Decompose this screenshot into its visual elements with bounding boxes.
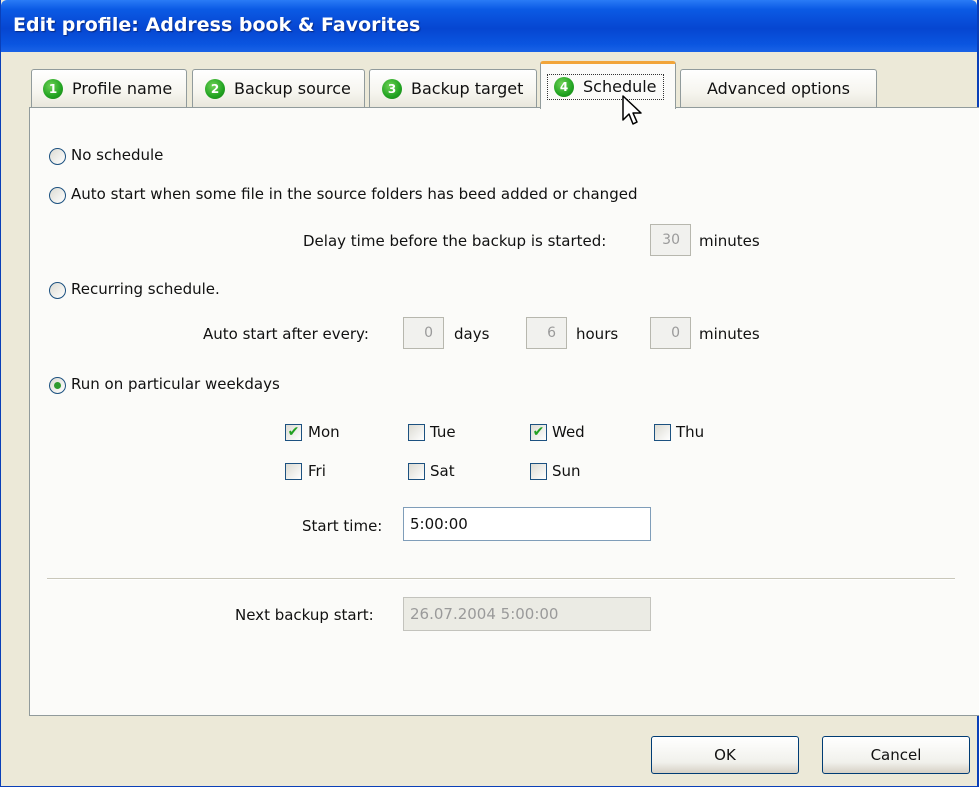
start-time-input[interactable]: 5:00:00 <box>403 507 651 541</box>
mouse-cursor-icon <box>622 95 642 125</box>
tab-label: Advanced options <box>706 79 851 98</box>
weekdays-label[interactable]: Run on particular weekdays <box>71 375 280 393</box>
hours-label: hours <box>576 325 619 343</box>
thu-checkbox[interactable] <box>654 424 671 441</box>
mon-label[interactable]: Mon <box>308 423 340 441</box>
auto-start-label[interactable]: Auto start when some file in the source … <box>71 185 637 203</box>
tab-label: Profile name <box>72 79 173 98</box>
delay-minutes-input[interactable]: 30 <box>650 224 691 256</box>
days-input[interactable]: 0 <box>403 317 444 349</box>
tab-advanced-options[interactable]: Advanced options <box>680 69 877 107</box>
tab-label: Backup source <box>234 79 351 98</box>
tue-checkbox[interactable] <box>408 424 425 441</box>
window-title: Edit profile: Address book & Favorites <box>13 14 421 36</box>
title-bar[interactable]: Edit profile: Address book & Favorites <box>1 0 977 52</box>
next-backup-field: 26.07.2004 5:00:00 <box>403 597 651 631</box>
start-time-label: Start time: <box>302 517 383 535</box>
thu-label[interactable]: Thu <box>676 423 704 441</box>
next-backup-label: Next backup start: <box>235 606 374 624</box>
ok-button[interactable]: OK <box>651 736 799 774</box>
weekdays-radio[interactable] <box>49 377 66 394</box>
fri-checkbox[interactable] <box>285 463 302 480</box>
delay-label: Delay time before the backup is started: <box>303 232 607 250</box>
schedule-panel: No schedule Auto start when some file in… <box>29 107 979 716</box>
delay-unit-label: minutes <box>699 232 760 250</box>
tab-profile-name[interactable]: 1 Profile name <box>31 69 187 107</box>
tab-focus-outline: 4 Schedule <box>547 73 664 100</box>
no-schedule-radio[interactable] <box>49 148 66 165</box>
step-2-icon: 2 <box>205 78 225 99</box>
cancel-button[interactable]: Cancel <box>822 736 970 774</box>
sat-checkbox[interactable] <box>408 463 425 480</box>
step-4-icon: 4 <box>554 76 574 97</box>
tue-label[interactable]: Tue <box>430 423 456 441</box>
tab-label: Backup target <box>411 79 524 98</box>
sat-label[interactable]: Sat <box>430 462 455 480</box>
tab-label: Schedule <box>583 77 657 96</box>
sun-label[interactable]: Sun <box>552 462 581 480</box>
minutes-label: minutes <box>699 325 760 343</box>
wed-checkbox[interactable]: ✔ <box>530 424 547 441</box>
tab-schedule[interactable]: 4 Schedule <box>540 61 676 109</box>
hours-input[interactable]: 6 <box>526 317 567 349</box>
step-1-icon: 1 <box>43 78 63 99</box>
fri-label[interactable]: Fri <box>308 462 326 480</box>
recurring-schedule-label[interactable]: Recurring schedule. <box>71 280 220 298</box>
tab-backup-source[interactable]: 2 Backup source <box>192 69 365 107</box>
tab-backup-target[interactable]: 3 Backup target <box>369 69 537 107</box>
auto-every-label: Auto start after every: <box>203 325 369 343</box>
no-schedule-label[interactable]: No schedule <box>71 146 163 164</box>
dialog-window: Edit profile: Address book & Favorites 1… <box>0 0 979 787</box>
minutes-input[interactable]: 0 <box>650 317 691 349</box>
divider <box>47 578 955 580</box>
sun-checkbox[interactable] <box>530 463 547 480</box>
step-3-icon: 3 <box>382 78 402 99</box>
mon-checkbox[interactable]: ✔ <box>285 424 302 441</box>
wed-label[interactable]: Wed <box>552 423 585 441</box>
days-label: days <box>454 325 490 343</box>
recurring-schedule-radio[interactable] <box>49 282 66 299</box>
auto-start-radio[interactable] <box>49 187 66 204</box>
